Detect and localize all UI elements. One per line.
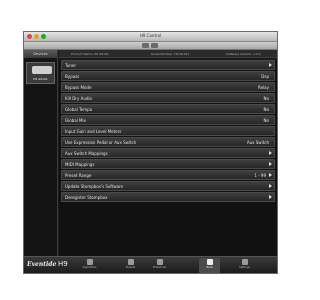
settings-row[interactable]: Global Mix No <box>61 115 275 125</box>
settings-row-label: Tuner <box>65 63 77 68</box>
pedal-icon <box>32 66 52 74</box>
settings-row-label: Update Stompbox's Software <box>65 184 124 189</box>
product-name-info: Product Name: H9 90191 <box>71 52 109 56</box>
settings-row[interactable]: Global Tempo No <box>61 104 275 114</box>
toolbar-left-button[interactable] <box>142 43 149 48</box>
settings-row-value: No <box>263 118 269 123</box>
chevron-right-icon <box>269 162 272 166</box>
tab-settings[interactable]: Settings <box>234 258 255 273</box>
software-version-info: Software Version: 1.0.0 <box>226 52 261 56</box>
settings-row-value: Dsp <box>261 74 269 79</box>
settings-row-value: 1 - 99 <box>254 173 266 178</box>
settings-row-label: MIDI Mappings <box>65 162 95 167</box>
presets-icon <box>127 259 134 265</box>
settings-row[interactable]: Kill Dry Audio No <box>61 93 275 103</box>
device-item[interactable]: H9 90191 <box>26 62 55 84</box>
settings-row-label: Kill Dry Audio <box>65 96 92 101</box>
tab-preset-list[interactable]: Preset List <box>149 258 170 273</box>
settings-row-value: Relay <box>258 85 269 90</box>
settings-row[interactable]: Bypass Mode Relay <box>61 82 275 92</box>
settings-row[interactable]: Deregister Stompbox <box>61 192 275 202</box>
settings-list: Tuner Bypass Dsp Bypass Mode Relay Kill Dry A… <box>59 60 277 256</box>
model-logo: H9 <box>58 260 68 268</box>
settings-row[interactable]: Bypass Dsp <box>61 71 275 81</box>
settings-row-label: Aux Switch Mappings <box>65 151 108 156</box>
bottom-tab-bar: Eventide H9 Algorithms Presets Preset List… <box>24 256 277 273</box>
serial-number-info: Serial Number: H9 90191 <box>151 52 190 56</box>
settings-row[interactable]: Tuner <box>61 60 275 70</box>
settings-row-label: Global Tempo <box>65 107 93 112</box>
toolbar-right-button[interactable] <box>151 43 158 48</box>
settings-row-label: Global Mix <box>65 118 86 123</box>
settings-row-label: Bypass Mode <box>65 85 92 90</box>
settings-row-label: Input Gain and Level Meters <box>65 129 122 134</box>
chevron-right-icon <box>269 173 272 177</box>
device-sidebar: Devices H9 90191 <box>24 50 58 256</box>
tab-algorithms[interactable]: Algorithms <box>79 258 100 273</box>
chevron-right-icon <box>269 151 272 155</box>
window-title: H9 Control <box>139 33 162 38</box>
top-toolbar <box>24 42 277 50</box>
tab-label: Settings <box>239 266 250 269</box>
sidebar-header: Devices <box>24 50 57 58</box>
tools-icon <box>206 259 213 265</box>
settings-row[interactable]: Preset Range 1 - 99 <box>61 170 275 180</box>
tab-label: Preset List <box>152 266 167 269</box>
settings-row[interactable]: Input Gain and Level Meters <box>61 126 275 136</box>
chevron-right-icon <box>269 63 272 67</box>
chevron-right-icon <box>269 195 272 199</box>
tab-label: Tools <box>206 266 213 269</box>
title-bar: H9 Control <box>24 32 277 42</box>
device-info-bar: Product Name: H9 90191 Serial Number: H9… <box>59 50 277 58</box>
settings-icon <box>241 259 248 265</box>
settings-row-value: No <box>263 96 269 101</box>
settings-row[interactable]: Use Expression Pedal or Aux Switch Aux Sw… <box>61 137 275 147</box>
settings-row-label: Deregister Stompbox <box>65 195 108 200</box>
tab-label: Algorithms <box>82 266 97 269</box>
tab-presets[interactable]: Presets <box>120 258 141 273</box>
settings-row-label: Bypass <box>65 74 80 79</box>
settings-row[interactable]: MIDI Mappings <box>61 159 275 169</box>
tab-tools[interactable]: Tools <box>199 258 220 273</box>
settings-row-label: Use Expression Pedal or Aux Switch <box>65 140 137 145</box>
settings-row[interactable]: Update Stompbox's Software <box>61 181 275 191</box>
device-name: H9 90191 <box>33 77 48 81</box>
settings-row-value: No <box>263 107 269 112</box>
tab-label: Presets <box>125 266 136 269</box>
app-window: H9 Control Devices H9 90191 Product Name… <box>23 31 278 274</box>
algorithms-icon <box>86 259 93 265</box>
brand-logo: Eventide <box>27 261 57 268</box>
settings-row-value: Aux Switch <box>246 140 269 145</box>
settings-row-label: Preset Range <box>65 173 92 178</box>
chevron-right-icon <box>269 184 272 188</box>
settings-row[interactable]: Aux Switch Mappings <box>61 148 275 158</box>
preset-list-icon <box>156 259 163 265</box>
